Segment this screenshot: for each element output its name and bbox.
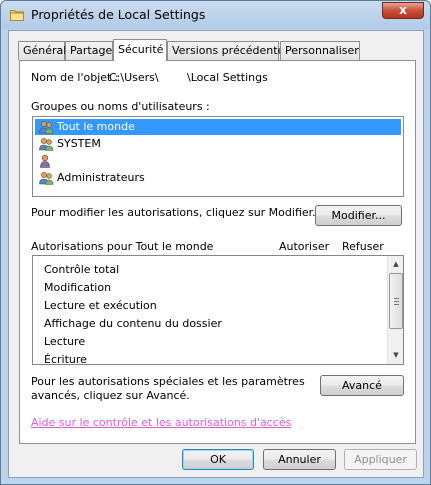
permission-row: Lecture <box>44 335 86 348</box>
properties-window: Propriétés de Local Settings x Général P… <box>0 0 431 485</box>
close-button[interactable]: x <box>382 2 424 19</box>
scroll-down-arrow-icon[interactable]: ▼ <box>388 347 403 363</box>
users-group-icon <box>39 172 54 185</box>
list-item-everyone[interactable]: Tout le monde <box>35 119 401 135</box>
list-item-label: Administrateurs <box>57 171 145 184</box>
modify-button[interactable]: Modifier... <box>315 205 402 226</box>
allow-column-header: Autoriser <box>279 240 330 253</box>
cancel-button[interactable]: Annuler <box>263 449 336 470</box>
permission-row: Modification <box>44 281 112 294</box>
object-name-suffix: \Local Settings <box>187 71 268 84</box>
modify-hint: Pour modifier les autorisations, cliquez… <box>31 206 316 219</box>
list-item-label: SYSTEM <box>57 137 101 150</box>
list-item-administrators[interactable]: Administrateurs <box>35 170 401 186</box>
permission-row: Contrôle total <box>44 263 120 276</box>
advanced-hint-line2: avancés, cliquez sur Avancé. <box>31 389 190 402</box>
grip-line <box>394 301 399 302</box>
user-icon <box>40 154 50 168</box>
advanced-hint-line1: Pour les autorisations spéciales et les … <box>31 375 305 388</box>
users-group-icon <box>39 138 54 151</box>
permission-row: Écriture <box>44 353 87 365</box>
permission-row: Affichage du contenu du dossier <box>44 317 222 330</box>
security-panel: Nom de l'objet : C:\Users\ \Local Settin… <box>19 60 416 444</box>
scrollbar-thumb[interactable] <box>389 273 403 329</box>
list-item-user[interactable] <box>35 153 401 169</box>
window-title: Propriétés de Local Settings <box>31 7 206 22</box>
help-link[interactable]: Aide sur le contrôle et les autorisation… <box>31 416 291 429</box>
grip-line <box>394 304 399 305</box>
tab-general[interactable]: Général <box>18 41 66 60</box>
title-bar[interactable]: Propriétés de Local Settings x <box>1 1 430 29</box>
permissions-label: Autorisations pour Tout le monde <box>31 240 214 253</box>
ok-button[interactable]: OK <box>182 449 254 470</box>
tab-previous-versions[interactable]: Versions précédentes <box>167 41 290 60</box>
scroll-up-arrow-icon[interactable]: ▲ <box>388 256 403 272</box>
object-name-prefix: C:\Users\ <box>109 71 159 84</box>
dialog-client-area: Général Partage Sécurité Versions précéd… <box>8 30 424 478</box>
folder-icon <box>10 10 24 21</box>
object-name-label: Nom de l'objet : <box>31 71 119 84</box>
permission-row: Lecture et exécution <box>44 299 157 312</box>
deny-column-header: Refuser <box>342 240 384 253</box>
groups-listbox[interactable]: Tout le monde SYSTEM Administrateurs <box>32 116 404 197</box>
grip-line <box>394 298 399 299</box>
tab-sharing[interactable]: Partage <box>65 41 113 60</box>
advanced-button[interactable]: Avancé <box>320 375 404 396</box>
tab-customize[interactable]: Personnaliser <box>280 41 360 60</box>
list-item-label: Tout le monde <box>57 120 135 133</box>
list-item-system[interactable]: SYSTEM <box>35 136 401 152</box>
users-group-icon <box>39 121 54 134</box>
vertical-scrollbar[interactable]: ▲ ▼ <box>387 256 403 364</box>
groups-label: Groupes ou noms d'utilisateurs : <box>31 100 210 113</box>
tab-security[interactable]: Sécurité <box>113 39 167 61</box>
apply-button[interactable]: Appliquer <box>344 449 417 470</box>
permissions-list[interactable]: Contrôle total Modification Lecture et e… <box>32 255 404 365</box>
